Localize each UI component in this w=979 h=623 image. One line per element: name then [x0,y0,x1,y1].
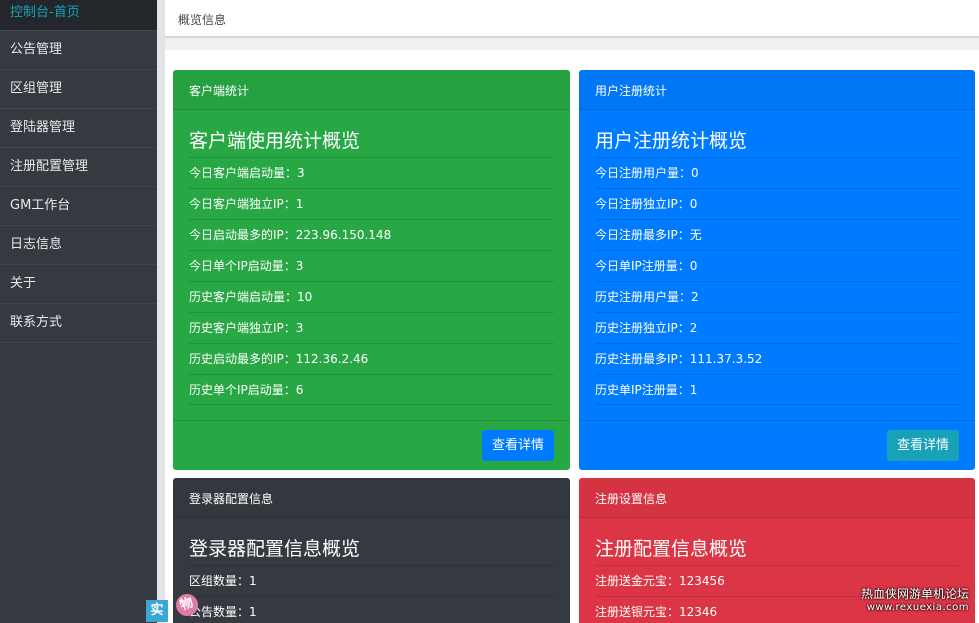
stat-row: 今日注册用户量：0 [595,157,959,188]
stat-row: 今日注册独立IP：0 [595,188,959,219]
stat-row: 历史注册用户量：2 [595,281,959,312]
stat-row: 今日客户端启动量：3 [189,157,554,188]
launcher-config-card: 登录器配置信息 登录器配置信息概览 区组数量：1 公告数量：1 [173,478,570,623]
watermark: 热血侠网游单机论坛 www.rexuexia.com [861,587,969,615]
sidebar-item-about[interactable]: 关于 [0,265,157,304]
card-title: 注册配置信息概览 [595,538,748,560]
stat-row: 区组数量：1 [189,565,554,596]
stat-row: 公告数量：1 [189,596,554,623]
stat-row: 历史注册最多IP：111.37.3.52 [595,343,959,374]
card-footer: 查看详情 [173,420,570,470]
page-header: 概览信息 [165,0,979,38]
watermark-title: 热血侠网游单机论坛 [860,587,969,601]
card-header: 用户注册统计 [579,70,975,110]
stamp-icon: 实 [146,600,168,622]
card-header: 客户端统计 [173,70,570,110]
sidebar-item-register-config[interactable]: 注册配置管理 [0,148,157,187]
card-header: 登录器配置信息 [173,478,570,518]
watermark-url: www.rexuexia.com [866,602,969,613]
stat-row: 历史单IP注册量：1 [595,374,959,405]
sidebar: 控制台-首页 公告管理 区组管理 登陆器管理 注册配置管理 GM工作台 日志信息… [0,0,157,623]
card-title: 客户端使用统计概览 [189,130,361,152]
stat-row: 历史单个IP启动量：6 [189,374,554,405]
sidebar-item-dashboard[interactable]: 控制台-首页 [0,0,157,31]
sidebar-item-logs[interactable]: 日志信息 [0,226,157,265]
sidebar-item-launcher[interactable]: 登陆器管理 [0,109,157,148]
register-details-button[interactable]: 查看详情 [887,430,959,461]
stat-row: 今日单个IP启动量：3 [189,250,554,281]
sidebar-item-announcements[interactable]: 公告管理 [0,31,157,70]
stat-list: 今日客户端启动量：3 今日客户端独立IP：1 今日启动最多的IP：223.96.… [189,157,554,405]
card-header: 注册设置信息 [579,478,975,518]
stat-list: 区组数量：1 公告数量：1 [189,565,554,623]
stat-row: 今日注册最多IP：无 [595,219,959,250]
stat-row: 今日单IP注册量：0 [595,250,959,281]
stat-row: 历史客户端独立IP：3 [189,312,554,343]
sidebar-item-gm-workbench[interactable]: GM工作台 [0,187,157,226]
stat-list: 今日注册用户量：0 今日注册独立IP：0 今日注册最多IP：无 今日单IP注册量… [595,157,959,405]
sidebar-divider [157,0,165,623]
register-stats-card: 用户注册统计 用户注册统计概览 今日注册用户量：0 今日注册独立IP：0 今日注… [579,70,975,470]
sidebar-item-contact[interactable]: 联系方式 [0,304,157,343]
card-title: 用户注册统计概览 [595,130,748,152]
stat-row: 历史注册独立IP：2 [595,312,959,343]
stat-row: 今日客户端独立IP：1 [189,188,554,219]
page-title: 概览信息 [178,13,227,27]
card-title: 登录器配置信息概览 [189,538,361,560]
card-footer: 查看详情 [579,420,975,470]
stat-row: 历史客户端启动量：10 [189,281,554,312]
stat-row: 今日启动最多的IP：223.96.150.148 [189,219,554,250]
client-details-button[interactable]: 查看详情 [482,430,554,461]
client-stats-card: 客户端统计 客户端使用统计概览 今日客户端启动量：3 今日客户端独立IP：1 今… [173,70,570,470]
sidebar-item-zones[interactable]: 区组管理 [0,70,157,109]
stat-row: 历史启动最多的IP：112.36.2.46 [189,343,554,374]
